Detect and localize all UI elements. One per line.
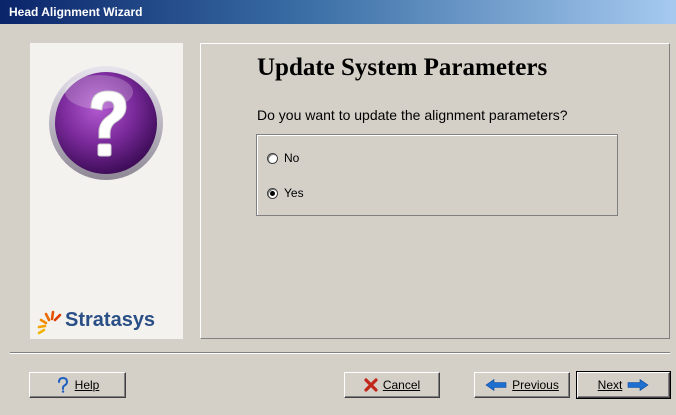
wizard-side-panel: Stratasys <box>30 43 183 339</box>
question-text: Do you want to update the alignment para… <box>257 107 568 123</box>
radio-selected-dot <box>270 190 275 196</box>
radio-no-label: No <box>284 151 300 165</box>
question-mark-icon <box>49 66 163 180</box>
help-label: Help <box>74 378 100 392</box>
radio-yes-button[interactable] <box>267 187 278 199</box>
next-button[interactable]: Next <box>576 371 671 399</box>
stratasys-logo: Stratasys <box>34 303 184 339</box>
help-button[interactable]: Help <box>29 372 126 398</box>
footer-separator <box>10 352 670 354</box>
next-label: Next <box>597 378 623 392</box>
previous-button[interactable]: Previous <box>474 372 570 398</box>
radio-yes[interactable]: Yes <box>267 183 304 203</box>
arrow-left-icon <box>485 379 507 391</box>
cancel-label: Cancel <box>382 378 421 392</box>
option-group: No Yes <box>256 134 618 216</box>
page-title: Update System Parameters <box>257 54 548 81</box>
previous-label: Previous <box>512 378 559 392</box>
radio-no-button[interactable] <box>267 152 278 164</box>
brand-name: Stratasys <box>65 309 156 331</box>
window-title: Head Alignment Wizard <box>9 5 143 19</box>
cancel-button[interactable]: Cancel <box>344 372 440 398</box>
stratasys-mark-icon <box>37 310 62 335</box>
wizard-content: Update System Parameters Do you want to … <box>200 43 670 339</box>
arrow-right-icon <box>627 379 649 391</box>
radio-no[interactable]: No <box>267 148 299 168</box>
question-icon <box>56 377 70 393</box>
title-bar: Head Alignment Wizard <box>0 0 676 24</box>
red-x-icon <box>364 378 378 392</box>
radio-yes-label: Yes <box>284 186 304 200</box>
